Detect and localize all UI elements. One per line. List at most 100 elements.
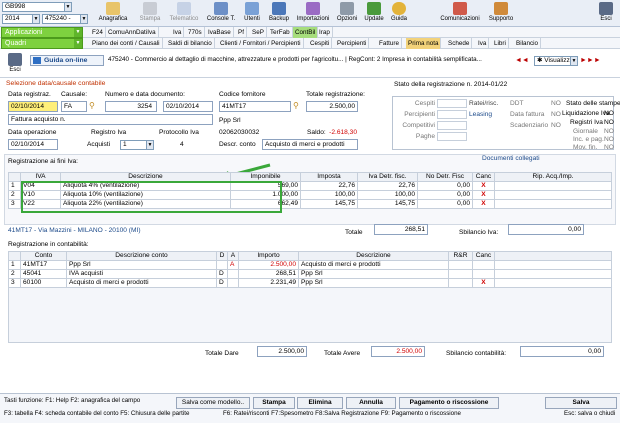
nav-next-buttons[interactable]: ►►► xyxy=(580,55,606,66)
cont-conto[interactable]: 60100 xyxy=(20,278,67,288)
toolbar-opzioni[interactable]: Opzioni xyxy=(333,1,361,26)
table-row[interactable]: 1 41MT17 Ppp Srl A 2.500,00 Acquisto di … xyxy=(8,260,612,270)
tot-field[interactable]: 2.500,00 xyxy=(306,101,358,112)
menu-iva[interactable]: Iva xyxy=(171,27,185,38)
code-select[interactable]: 475240 - ▼ xyxy=(42,14,88,24)
users-icon xyxy=(245,2,259,15)
menu-prima-nota[interactable]: Prima nota xyxy=(406,38,442,49)
menu-ivabase[interactable]: IvaBase xyxy=(206,27,234,38)
menu-cespiti[interactable]: Cespiti xyxy=(308,38,333,49)
cont-importo[interactable]: 268,51 xyxy=(238,269,299,279)
delete-icon[interactable] xyxy=(472,269,495,279)
menu-clienti-fornitori[interactable]: Clienti / Fornitori / Percipienti xyxy=(218,38,304,49)
descr-field[interactable]: Fattura acquisto n. xyxy=(8,114,213,125)
cont-d[interactable]: D xyxy=(216,278,228,288)
menu-contbil[interactable]: ContBil xyxy=(293,27,319,38)
menu-terfab[interactable]: TerFab xyxy=(268,27,293,38)
toolbar-supporto[interactable]: Supporto xyxy=(485,1,517,26)
data-op-field[interactable]: 02/10/2014 xyxy=(8,139,58,150)
toolbar-stampa[interactable]: Stampa xyxy=(134,1,166,26)
toolbar-update[interactable]: Update xyxy=(361,1,387,26)
cont-descrizione[interactable]: Ppp Srl xyxy=(298,278,449,288)
toolbar-telematico[interactable]: Telematico xyxy=(166,1,202,26)
menu-saldi-bilancio[interactable]: Saldi di bilancio xyxy=(166,38,215,49)
toolbar-console[interactable]: Console T. xyxy=(202,1,240,26)
cont-d[interactable]: D xyxy=(216,269,228,279)
delete-icon[interactable] xyxy=(472,260,495,270)
search-icon[interactable]: ⚲ xyxy=(89,101,95,110)
cont-importo[interactable]: 2.231,49 xyxy=(238,278,299,288)
iva-imposta[interactable]: 145,75 xyxy=(300,199,358,209)
annulla-button[interactable]: Annulla xyxy=(346,397,396,409)
iva-imposta[interactable]: 22,76 xyxy=(300,181,358,191)
company-select[interactable]: GB998 ▼ xyxy=(2,2,72,12)
menu-schede[interactable]: Schede xyxy=(446,38,473,49)
menu-770s[interactable]: 770s xyxy=(186,27,205,38)
reg-iva-select[interactable]: 1 ▼ xyxy=(120,140,154,150)
delete-icon[interactable]: X xyxy=(472,199,495,209)
view-mode-select[interactable]: ✱ Visualizz ▼ xyxy=(534,56,578,66)
guida-online-button[interactable]: Guida on-line xyxy=(30,55,104,66)
toolbar-importazioni[interactable]: Importazioni xyxy=(293,1,333,26)
iva-rip[interactable] xyxy=(494,190,612,200)
menu-sep[interactable]: SeP xyxy=(250,27,267,38)
area-select[interactable]: Quadri ▼ xyxy=(1,38,83,49)
table-row[interactable]: 3 60100 Acquisto di merci e prodotti D 2… xyxy=(8,278,612,288)
num-doc-field[interactable]: 3254 xyxy=(105,101,157,112)
table-row[interactable]: 2 45041 IVA acquisti D 268,51 Ppp Srl xyxy=(8,269,612,279)
form-exit-button[interactable]: Esci xyxy=(4,52,26,77)
delete-icon[interactable]: X xyxy=(472,278,495,288)
menu-pf[interactable]: Pf xyxy=(236,27,247,38)
cont-a[interactable]: A xyxy=(227,260,239,270)
toolbar-anagrafica[interactable]: Anagrafica xyxy=(93,1,133,26)
cont-a[interactable] xyxy=(227,278,239,288)
menu-piano-conti[interactable]: Piano dei conti / Causali xyxy=(90,38,163,49)
cont-descrizione[interactable]: Ppp Srl xyxy=(298,269,449,279)
module-select[interactable]: Applicazioni ▼ xyxy=(1,27,83,38)
salva-button[interactable]: Salva xyxy=(545,397,617,409)
iva-imposta[interactable]: 100,00 xyxy=(300,190,358,200)
cont-rr[interactable] xyxy=(448,269,473,279)
menu-percipienti[interactable]: Percipienti xyxy=(335,38,370,49)
iva-rip[interactable] xyxy=(494,199,612,209)
data-reg-field[interactable]: 02/10/2014 xyxy=(8,101,58,112)
stato-paghe: Paghe xyxy=(415,133,435,140)
menu-iva[interactable]: Iva xyxy=(476,38,490,49)
menu-irap[interactable]: Irap xyxy=(317,27,333,38)
delete-icon[interactable]: X xyxy=(472,181,495,191)
causale-field[interactable]: FA xyxy=(61,101,87,112)
menu-comuanndatiiva[interactable]: ComuAnnDatiIva xyxy=(106,27,159,38)
iva-rip[interactable] xyxy=(494,181,612,191)
menu-bilancio[interactable]: Bilancio xyxy=(514,38,542,49)
menu-libri[interactable]: Libri xyxy=(492,38,509,49)
mail-icon xyxy=(453,2,467,15)
year-select[interactable]: 2014 ▼ xyxy=(2,14,40,24)
stampa-button[interactable]: Stampa xyxy=(253,397,295,409)
toolbar-utenti[interactable]: Utenti xyxy=(240,1,264,26)
cont-rr[interactable] xyxy=(448,278,473,288)
cont-d[interactable] xyxy=(216,260,228,270)
delete-icon[interactable]: X xyxy=(472,190,495,200)
toolbar-comunicazioni[interactable]: Comunicazioni xyxy=(435,1,485,26)
cont-importo[interactable]: 2.500,00 xyxy=(238,260,299,270)
documenti-collegati-link[interactable]: Documenti collegati xyxy=(482,155,540,163)
menu-f24[interactable]: F24 xyxy=(90,27,106,38)
cont-a[interactable] xyxy=(227,269,239,279)
toolbar-guida[interactable]: Guida xyxy=(387,1,411,26)
search-icon[interactable]: ⚲ xyxy=(293,101,299,110)
cont-conto[interactable]: 41MT17 xyxy=(20,260,67,270)
forn-code-field[interactable]: 41MT17 xyxy=(219,101,291,112)
pagamento-button[interactable]: Pagamento o riscossione xyxy=(399,397,499,409)
cont-conto[interactable]: 45041 xyxy=(20,269,67,279)
toolbar-esci[interactable]: Esci xyxy=(594,1,618,26)
salva-modello-button[interactable]: Salva come modello.. xyxy=(176,397,250,409)
toolbar-backup[interactable]: Backup xyxy=(265,1,293,26)
data-doc-field[interactable]: 02/10/2014 xyxy=(163,101,213,112)
nav-prev-buttons[interactable]: ◄◄ xyxy=(515,55,533,66)
elimina-button[interactable]: Elimina xyxy=(297,397,343,409)
col-descrizione: Descrizione xyxy=(298,251,449,261)
descr-conto-field[interactable]: Acquisto di merci e prodotti xyxy=(262,139,358,150)
menu-fatture[interactable]: Fatture xyxy=(377,38,402,49)
cont-rr[interactable] xyxy=(448,260,473,270)
cont-descrizione[interactable]: Acquisto di merci e prodotti xyxy=(298,260,449,270)
